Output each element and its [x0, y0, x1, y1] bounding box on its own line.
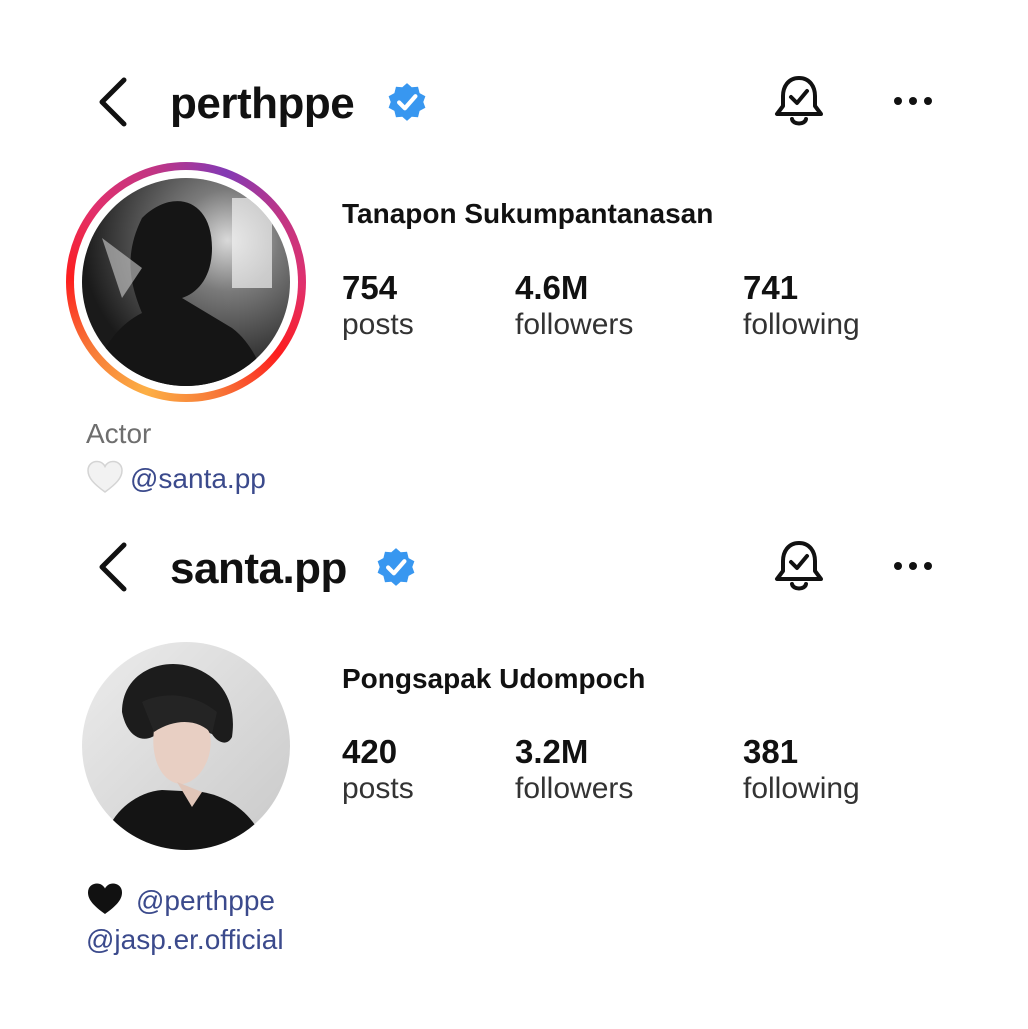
- bell-icon[interactable]: [768, 535, 830, 597]
- avatar: [82, 178, 290, 386]
- more-options-icon[interactable]: [888, 86, 938, 116]
- bell-icon[interactable]: [768, 70, 830, 132]
- chevron-left-icon[interactable]: [88, 72, 138, 132]
- stat-followers[interactable]: 3.2M followers: [515, 733, 634, 808]
- profile-perthppe: perthppe Tanapon Sukumpantanasan 754 pos…: [0, 0, 1028, 510]
- stat-followers-count: 4.6M: [515, 269, 589, 306]
- username: perthppe: [170, 79, 355, 128]
- bio-category: Actor: [86, 418, 152, 449]
- stat-posts-label: posts: [342, 308, 414, 342]
- white-heart-icon: [87, 460, 123, 493]
- chevron-left-icon[interactable]: [88, 537, 138, 597]
- more-options-icon[interactable]: [888, 551, 938, 581]
- stat-posts-label: posts: [342, 772, 414, 806]
- stat-posts[interactable]: 420 posts: [342, 733, 414, 808]
- stat-followers-label: followers: [515, 772, 634, 806]
- stat-following[interactable]: 741 following: [743, 269, 860, 344]
- mention-link-jasper[interactable]: @jasp.er.official: [86, 924, 284, 955]
- stat-posts-count: 754: [342, 269, 398, 306]
- story-ring[interactable]: [66, 162, 306, 402]
- stat-following-label: following: [743, 308, 860, 342]
- profile-santa-pp: santa.pp Pongsapak Udompoch 420 posts 3.…: [0, 510, 1028, 1029]
- bio-line: @santa.pp: [86, 460, 266, 495]
- stat-posts-count: 420: [342, 733, 398, 770]
- stat-posts[interactable]: 754 posts: [342, 269, 414, 344]
- full-name: Pongsapak Udompoch: [342, 663, 646, 694]
- bio-line: @perthppe: [86, 882, 275, 917]
- mention-link[interactable]: @santa.pp: [130, 463, 266, 494]
- bio-link-line: @jasp.er.official: [86, 924, 284, 956]
- mention-link[interactable]: @perthppe: [136, 885, 275, 916]
- stat-followers-label: followers: [515, 308, 634, 342]
- verified-badge-icon: [377, 548, 415, 586]
- stat-following-label: following: [743, 772, 860, 806]
- stat-followers[interactable]: 4.6M followers: [515, 269, 634, 344]
- avatar[interactable]: [82, 642, 290, 850]
- stat-following-count: 741: [743, 269, 799, 306]
- username: santa.pp: [170, 544, 347, 593]
- stat-followers-count: 3.2M: [515, 733, 589, 770]
- stat-following[interactable]: 381 following: [743, 733, 860, 808]
- verified-badge-icon: [388, 83, 426, 121]
- full-name: Tanapon Sukumpantanasan: [342, 198, 714, 229]
- black-heart-icon: [88, 883, 122, 914]
- stat-following-count: 381: [743, 733, 799, 770]
